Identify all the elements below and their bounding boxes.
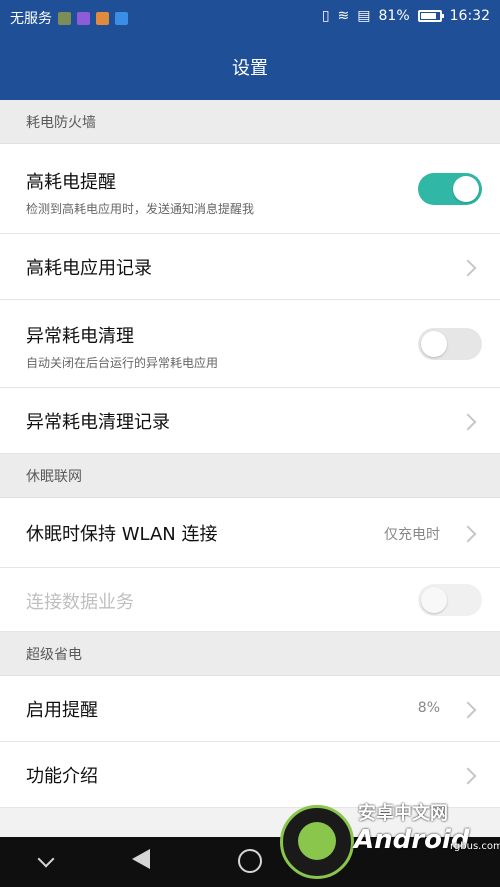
carrier-text: 无服务 xyxy=(10,11,52,27)
notification-icon xyxy=(96,11,109,25)
notification-icon xyxy=(77,11,90,25)
settings-list: 耗电防火墙 高耗电提醒 检测到高耗电应用时，发送通知消息提醒我 高耗电应用记录 … xyxy=(0,100,500,808)
abnormal-power-clean-toggle[interactable] xyxy=(418,328,482,360)
back-icon[interactable] xyxy=(132,849,150,869)
high-power-alert-title: 高耗电提醒 xyxy=(26,172,116,193)
chevron-right-icon xyxy=(459,259,477,277)
abnormal-power-clean-subtitle: 自动关闭在后台运行的异常耗电应用 xyxy=(26,356,219,370)
time: 16:32 xyxy=(449,8,490,24)
chevron-right-icon xyxy=(459,525,477,543)
wlan-keep-title: 休眠时保持 WLAN 连接 xyxy=(26,524,218,545)
android-logo-icon xyxy=(280,805,354,879)
section-header-sleep-network: 休眠联网 xyxy=(0,454,500,498)
app-bar: 设置 xyxy=(0,34,500,100)
vibrate-icon: ▯ xyxy=(321,8,330,24)
page-title: 设置 xyxy=(232,58,268,79)
high-power-apps-record-row[interactable]: 高耗电应用记录 xyxy=(0,234,500,300)
high-power-alert-toggle[interactable] xyxy=(418,173,482,205)
high-power-alert-row[interactable]: 高耗电提醒 检测到高耗电应用时，发送通知消息提醒我 xyxy=(0,144,500,234)
section-header-super-power-saving: 超级省电 xyxy=(0,632,500,676)
toggle-knob xyxy=(421,331,447,357)
home-icon[interactable] xyxy=(238,849,262,873)
chevron-right-icon xyxy=(459,767,477,785)
data-service-title: 连接数据业务 xyxy=(26,592,134,613)
notification-icon xyxy=(115,11,128,25)
enable-reminder-title: 启用提醒 xyxy=(26,700,98,721)
feature-intro-title: 功能介绍 xyxy=(26,766,98,787)
battery-percent: 81% xyxy=(378,8,410,24)
watermark-cn: 安卓中文网 xyxy=(358,803,448,824)
chevron-right-icon xyxy=(459,413,477,431)
high-power-alert-subtitle: 检测到高耗电应用时，发送通知消息提醒我 xyxy=(26,202,255,216)
enable-reminder-value: 8% xyxy=(417,700,440,716)
chevron-down-icon[interactable] xyxy=(37,850,55,868)
wlan-keep-value: 仅充电时 xyxy=(384,527,440,543)
enable-reminder-row[interactable]: 启用提醒 8% xyxy=(0,676,500,742)
watermark: 安卓中文网 Android rgbus.com xyxy=(280,797,500,879)
status-bar: 无服务 ▯ ≋ ▤ 81% 16:32 xyxy=(0,0,500,34)
toggle-knob xyxy=(421,587,447,613)
chevron-right-icon xyxy=(459,701,477,719)
high-power-apps-record-title: 高耗电应用记录 xyxy=(26,258,152,279)
wlan-keep-row[interactable]: 休眠时保持 WLAN 连接 仅充电时 xyxy=(0,498,500,568)
wifi-icon: ≋ xyxy=(337,8,350,24)
data-service-toggle xyxy=(418,584,482,616)
battery-icon xyxy=(417,10,444,22)
abnormal-clean-record-row[interactable]: 异常耗电清理记录 xyxy=(0,388,500,454)
sim-icon: ▤ xyxy=(357,8,371,24)
abnormal-power-clean-row[interactable]: 异常耗电清理 自动关闭在后台运行的异常耗电应用 xyxy=(0,300,500,388)
section-header-power-firewall: 耗电防火墙 xyxy=(0,100,500,144)
abnormal-clean-record-title: 异常耗电清理记录 xyxy=(26,412,170,433)
watermark-domain: rgbus.com xyxy=(450,841,500,852)
data-service-row: 连接数据业务 xyxy=(0,568,500,632)
notification-icon xyxy=(58,11,71,25)
toggle-knob xyxy=(453,176,479,202)
abnormal-power-clean-title: 异常耗电清理 xyxy=(26,326,134,347)
